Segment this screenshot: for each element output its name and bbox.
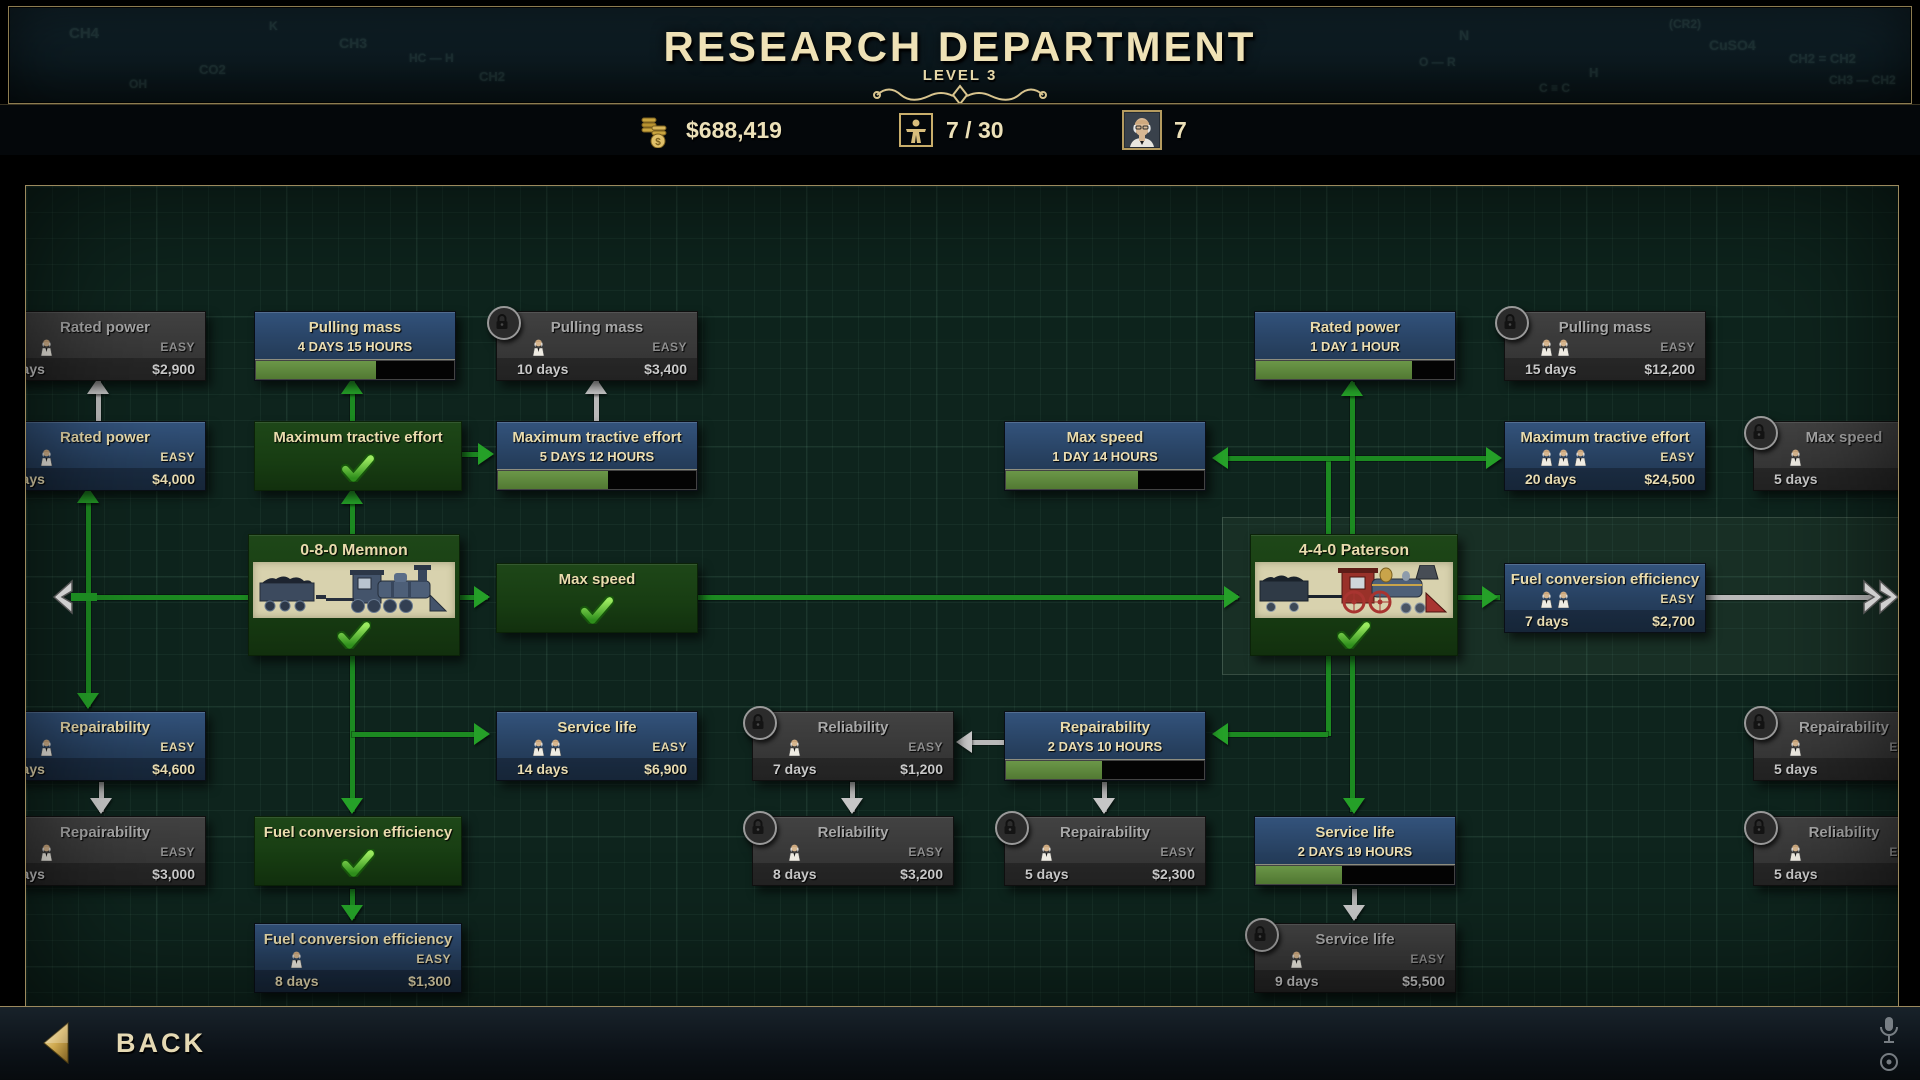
header: CH4CO2CH3CH2OHKNHCuSO4CH3 — CH2C ≡ C(CR2… (8, 6, 1912, 104)
scientists-display: 7 (1122, 105, 1187, 155)
workers-value: 7 / 30 (946, 117, 1004, 144)
circle-dot-icon[interactable] (1878, 1051, 1900, 1073)
worker-icon (898, 112, 934, 148)
resource-bar: $ $688,419 7 / 30 (0, 104, 1920, 155)
money-display: $ $688,419 (638, 105, 782, 155)
workers-display: 7 / 30 (898, 105, 1004, 155)
back-label: BACK (116, 1028, 206, 1059)
scientist-portrait-icon (1122, 110, 1162, 150)
footer-bar: BACK (0, 1006, 1920, 1080)
scientists-value: 7 (1174, 117, 1187, 144)
page-title: RESEARCH DEPARTMENT (9, 23, 1911, 71)
scroll-right-arrow[interactable] (1846, 579, 1899, 615)
flourish-ornament (865, 83, 1055, 104)
level-label: LEVEL 3 (9, 67, 1911, 84)
microphone-icon[interactable] (1876, 1015, 1902, 1045)
research-tree-panel: Rated power EASY days $2,900Pulling mass… (25, 185, 1899, 1007)
coins-icon: $ (638, 112, 674, 148)
money-value: $688,419 (686, 117, 782, 144)
panel-vignette (26, 186, 1898, 1006)
research-department-screen: CH4CO2CH3CH2OHKNHCuSO4CH3 — CH2C ≡ C(CR2… (0, 0, 1920, 1080)
back-button[interactable]: BACK (40, 1021, 206, 1065)
svg-text:$: $ (655, 137, 661, 148)
back-arrow-icon (40, 1021, 70, 1065)
scroll-left-arrow[interactable] (48, 579, 100, 615)
